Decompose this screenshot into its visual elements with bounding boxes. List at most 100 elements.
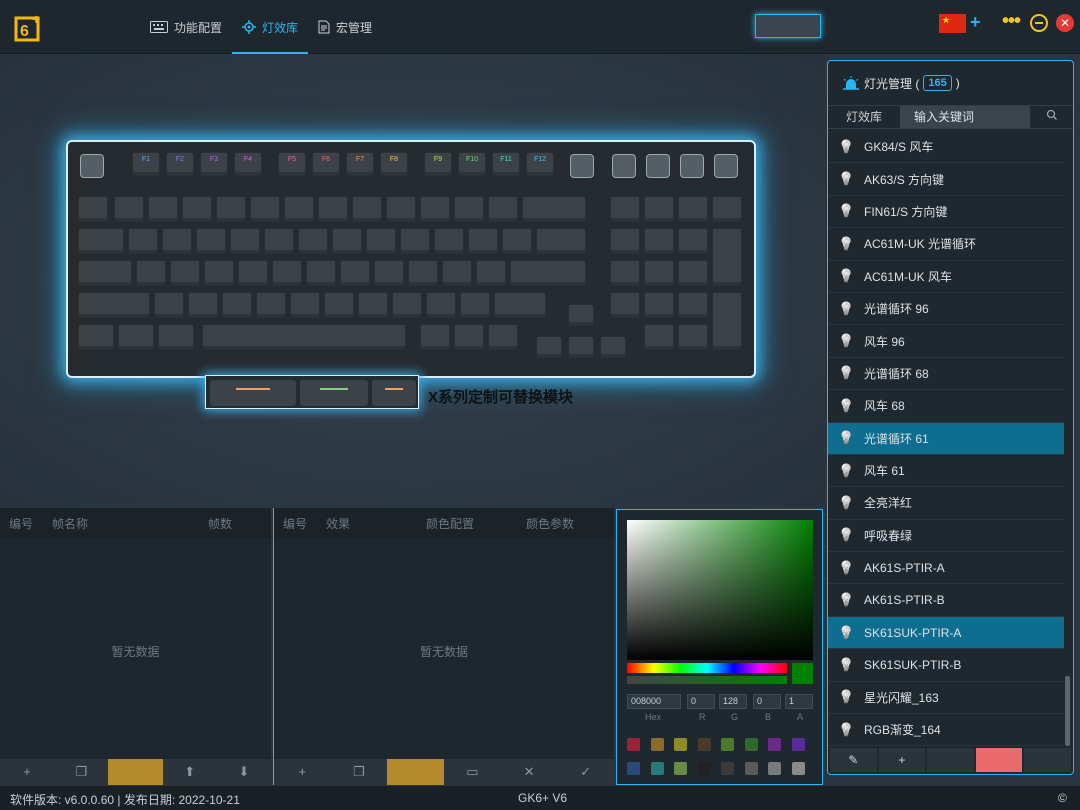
- color-swatch[interactable]: [791, 762, 805, 775]
- function-key[interactable]: F12: [526, 152, 554, 176]
- keyboard-key[interactable]: [136, 260, 166, 286]
- keyboard-key[interactable]: [290, 292, 320, 318]
- module-key[interactable]: [372, 380, 416, 406]
- function-key[interactable]: F11: [492, 152, 520, 176]
- keyboard-key[interactable]: [118, 324, 154, 350]
- nav-tab-light-library[interactable]: 灯效库: [232, 0, 309, 54]
- color-swatch[interactable]: [697, 762, 711, 775]
- add-icon[interactable]: +: [274, 759, 331, 785]
- keyboard-key[interactable]: [522, 196, 586, 222]
- more-options-icon[interactable]: •••: [1002, 10, 1021, 33]
- function-key[interactable]: F1: [132, 152, 160, 176]
- green-input[interactable]: 128: [719, 694, 747, 709]
- keyboard-key[interactable]: [610, 292, 640, 318]
- light-effect-item[interactable]: 💡 AK61S-PTIR-B: [828, 584, 1064, 617]
- function-key[interactable]: F7: [346, 152, 374, 176]
- keyboard-key[interactable]: [358, 292, 388, 318]
- copy-icon[interactable]: ❐: [54, 759, 108, 785]
- keyboard-key[interactable]: [188, 292, 218, 318]
- light-effect-item[interactable]: 💡 光谱循环 68: [828, 358, 1064, 391]
- keyboard-key[interactable]: [476, 260, 506, 286]
- keyboard-key[interactable]: [712, 228, 742, 286]
- keyboard-key[interactable]: [148, 196, 178, 222]
- keyboard-key[interactable]: [644, 228, 674, 254]
- keyboard-key[interactable]: [494, 292, 546, 318]
- light-effect-item[interactable]: 💡 SK61SUK-PTIR-B: [828, 649, 1064, 682]
- keyboard-key[interactable]: [460, 292, 490, 318]
- light-effect-item[interactable]: 💡 光谱循环 96: [828, 293, 1064, 326]
- module-key[interactable]: [210, 380, 296, 406]
- keyboard-key[interactable]: [678, 292, 708, 318]
- light-effect-item[interactable]: 💡 光谱循环 61: [828, 422, 1064, 455]
- keyboard-key[interactable]: [222, 292, 252, 318]
- keyboard-key[interactable]: [434, 228, 464, 254]
- keyboard-key[interactable]: [644, 260, 674, 286]
- keyboard-key[interactable]: [158, 324, 194, 350]
- light-effect-item[interactable]: 💡 AC61M-UK 风车: [828, 261, 1064, 293]
- keyboard-key[interactable]: [182, 196, 212, 222]
- keyboard-key[interactable]: [78, 292, 150, 318]
- keyboard-key[interactable]: [170, 260, 200, 286]
- color-swatch[interactable]: [721, 762, 734, 775]
- keyboard-key[interactable]: [712, 292, 742, 350]
- tab-light-library[interactable]: 灯效库: [828, 106, 900, 128]
- minimize-button[interactable]: [1030, 14, 1048, 32]
- light-effect-item[interactable]: 💡 AK61S-PTIR-A: [828, 552, 1064, 585]
- footer-button[interactable]: [975, 748, 1023, 772]
- add-button[interactable]: +: [878, 748, 926, 772]
- keyboard-key[interactable]: [712, 196, 742, 222]
- keyboard-key[interactable]: [386, 196, 416, 222]
- keyboard-key[interactable]: [162, 228, 192, 254]
- keyboard-key[interactable]: [352, 196, 382, 222]
- alpha-input[interactable]: 1: [785, 694, 813, 709]
- add-icon[interactable]: +: [0, 759, 54, 785]
- light-effect-item[interactable]: 💡 星光闪耀_163: [828, 682, 1064, 715]
- keyboard-key[interactable]: [196, 228, 226, 254]
- clear-icon[interactable]: ✕: [501, 759, 558, 785]
- keyboard-key[interactable]: [644, 196, 674, 222]
- color-swatch[interactable]: [721, 738, 734, 751]
- edit-icon[interactable]: ✎: [830, 748, 877, 772]
- color-swatch[interactable]: [791, 738, 805, 751]
- list-scrollbar[interactable]: [1065, 676, 1070, 746]
- move-up-icon[interactable]: ⬆: [163, 759, 217, 785]
- function-key[interactable]: F8: [380, 152, 408, 176]
- preview-icon[interactable]: ▭: [444, 759, 501, 785]
- keyboard-key[interactable]: [78, 196, 108, 222]
- macro-key-icon[interactable]: [80, 154, 104, 178]
- keyboard-key[interactable]: [678, 260, 708, 286]
- keyboard-key[interactable]: [678, 228, 708, 254]
- color-swatch[interactable]: [744, 762, 758, 775]
- light-effect-item[interactable]: 💡 RGB渐变_164: [828, 714, 1064, 747]
- footer-button[interactable]: [927, 748, 974, 772]
- macro-key-icon[interactable]: [714, 154, 738, 178]
- keyboard-key[interactable]: [420, 324, 450, 350]
- function-key[interactable]: F5: [278, 152, 306, 176]
- keyboard-key[interactable]: [426, 292, 456, 318]
- hue-slider[interactable]: [627, 663, 787, 673]
- color-swatch[interactable]: [627, 762, 640, 775]
- light-effect-item[interactable]: 💡 呼吸春绿: [828, 520, 1064, 553]
- keyboard-key[interactable]: [264, 228, 294, 254]
- nav-tab-macro-manager[interactable]: 宏管理: [308, 0, 382, 54]
- keyboard-key[interactable]: [128, 228, 158, 254]
- keyboard-key[interactable]: [610, 228, 640, 254]
- keyboard-key[interactable]: [256, 292, 286, 318]
- function-key[interactable]: F10: [458, 152, 486, 176]
- color-swatch[interactable]: [650, 738, 664, 751]
- light-effect-item[interactable]: 💡 SK61SUK-PTIR-A: [828, 616, 1064, 650]
- keyboard-key[interactable]: [510, 260, 586, 286]
- delete-icon[interactable]: [108, 759, 163, 785]
- close-button[interactable]: ✕: [1056, 14, 1074, 32]
- color-swatch[interactable]: [744, 738, 758, 751]
- keyboard-key[interactable]: [678, 196, 708, 222]
- light-effect-item[interactable]: 💡 风车 68: [828, 390, 1064, 423]
- keyboard-key[interactable]: [78, 260, 132, 286]
- keyboard-key[interactable]: [284, 196, 314, 222]
- red-input[interactable]: 0: [687, 694, 715, 709]
- color-swatch[interactable]: [674, 738, 687, 751]
- keyboard-key[interactable]: [610, 196, 640, 222]
- keyboard-key[interactable]: [488, 196, 518, 222]
- macro-key-icon[interactable]: [646, 154, 670, 178]
- keyboard-key[interactable]: [204, 260, 234, 286]
